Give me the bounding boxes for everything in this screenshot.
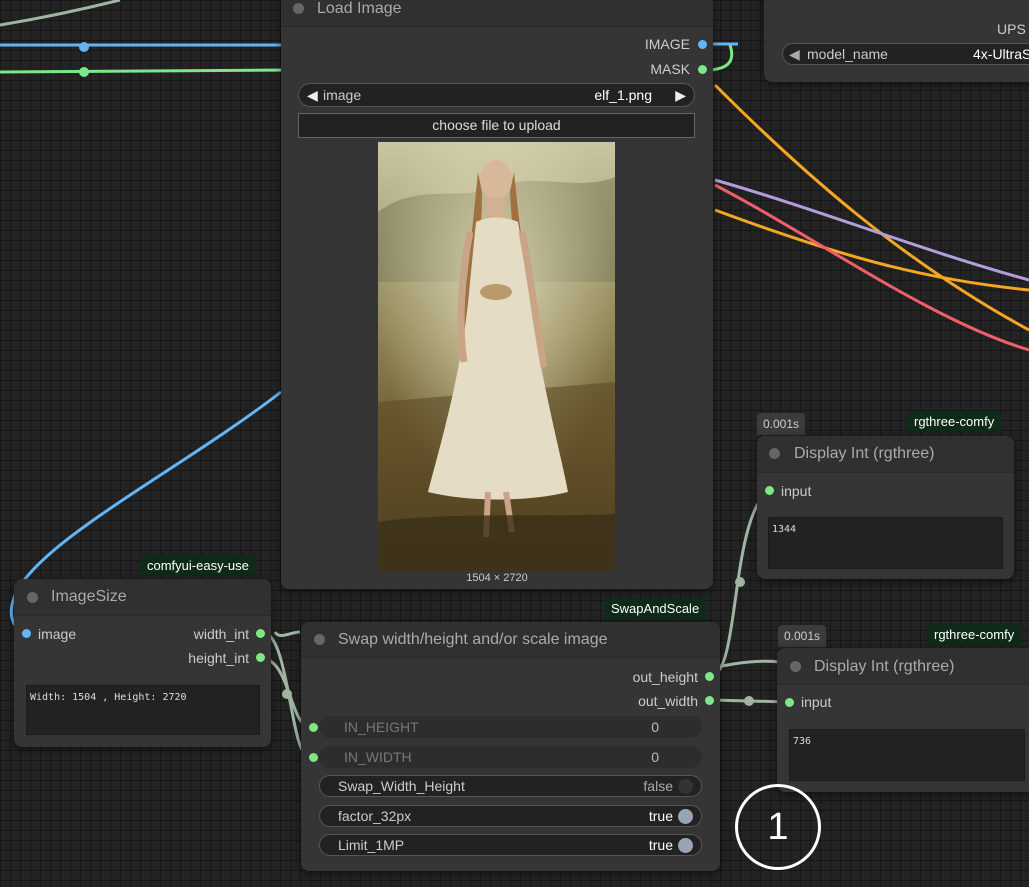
rgthree-badge: rgthree-comfy [907, 411, 1002, 432]
factor-32px-toggle[interactable]: factor_32px true [319, 805, 702, 827]
step-number-circle: 1 [735, 784, 821, 870]
upscale-output-label: UPS [997, 21, 1026, 37]
wire-orange-1 [713, 83, 1029, 332]
display-int-node-top[interactable]: Display Int (rgthree) input 1344 [757, 436, 1014, 579]
collapse-dot-icon[interactable] [314, 634, 325, 645]
output-height-label: out_height [632, 669, 698, 685]
in-height-label: IN_HEIGHT [344, 719, 419, 735]
wire-purple [714, 178, 1029, 282]
arrow-right-icon[interactable]: ▶ [675, 87, 686, 104]
node-title: Swap width/height and/or scale image [338, 631, 608, 648]
factor-value: true [648, 808, 673, 824]
timing-badge: 0.001s [757, 413, 806, 435]
output-width-label: width_int [193, 626, 249, 642]
image-dimensions: 1504 × 2720 [466, 572, 528, 584]
step-number: 1 [767, 806, 789, 848]
display-int-node-bottom[interactable]: Display Int (rgthree) input 736 [777, 648, 1029, 792]
upscale-model-node[interactable]: UPS ◀ model_name 4x-UltraS [764, 0, 1029, 82]
node-title: Load Image [317, 0, 402, 17]
in-height-widget[interactable]: IN_HEIGHT 0 [319, 716, 702, 738]
output-image-label: IMAGE [644, 36, 690, 52]
image-label: image [323, 87, 362, 103]
toggle-on-icon[interactable] [678, 838, 693, 853]
output-mask-label: MASK [650, 61, 690, 77]
model-name-widget[interactable]: ◀ model_name 4x-UltraS [782, 43, 1029, 65]
input-height-slot[interactable] [309, 723, 318, 732]
swap-scale-node[interactable]: Swap width/height and/or scale image out… [301, 622, 720, 871]
input-slot[interactable] [785, 698, 794, 707]
input-label: input [801, 694, 832, 710]
rgthree-badge: rgthree-comfy [927, 624, 1022, 645]
size-textarea[interactable]: Width: 1504 , Height: 2720 [26, 685, 260, 735]
collapse-dot-icon[interactable] [790, 661, 801, 672]
collapse-dot-icon[interactable] [769, 448, 780, 459]
in-width-label: IN_WIDTH [344, 749, 412, 765]
limit-label: Limit_1MP [338, 837, 405, 853]
swap-value: false [643, 778, 673, 794]
collapse-dot-icon[interactable] [27, 592, 38, 603]
image-value: elf_1.png [594, 87, 652, 103]
input-label: input [781, 483, 812, 499]
toggle-off-icon[interactable] [678, 779, 693, 794]
value-textarea[interactable]: 736 [789, 729, 1025, 781]
toggle-on-icon[interactable] [678, 809, 693, 824]
limit-value: true [648, 837, 673, 853]
limit-1mp-toggle[interactable]: Limit_1MP true [319, 834, 702, 856]
load-image-node[interactable]: Load Image IMAGE MASK ◀ image elf_1.png … [281, 0, 713, 589]
imagesize-node[interactable]: ImageSize image width_int height_int Wid… [14, 579, 271, 747]
wire-green-top [0, 68, 291, 74]
input-width-slot[interactable] [309, 753, 318, 762]
node-title: Display Int (rgthree) [814, 658, 955, 675]
output-width-slot[interactable] [256, 629, 265, 638]
wire-orange-2 [714, 208, 1029, 292]
arrow-left-icon[interactable]: ◀ [307, 87, 318, 104]
timing-badge: 0.001s [778, 625, 827, 647]
upload-button-label: choose file to upload [432, 117, 561, 133]
input-image-label: image [38, 626, 77, 642]
wire-top-left-gray [0, 0, 121, 27]
node-title: ImageSize [51, 588, 127, 605]
comfyui-easy-use-badge: comfyui-easy-use [140, 555, 256, 576]
in-height-value: 0 [651, 719, 659, 735]
in-width-value: 0 [651, 749, 659, 765]
image-combo-widget[interactable]: ◀ image elf_1.png ▶ [298, 83, 695, 107]
input-slot[interactable] [765, 486, 774, 495]
collapse-dot-icon[interactable] [293, 3, 304, 14]
swap-width-height-toggle[interactable]: Swap_Width_Height false [319, 775, 702, 797]
model-name-label: model_name [807, 46, 888, 62]
upload-button[interactable]: choose file to upload [298, 113, 695, 138]
output-height-slot[interactable] [705, 672, 714, 681]
wire-left-top [273, 630, 301, 638]
image-preview [378, 142, 615, 571]
output-image-slot[interactable] [698, 40, 707, 49]
arrow-left-icon[interactable]: ◀ [789, 46, 800, 63]
node-title: Display Int (rgthree) [794, 445, 935, 462]
factor-label: factor_32px [338, 808, 412, 824]
input-image-slot[interactable] [22, 629, 31, 638]
output-width-slot[interactable] [705, 696, 714, 705]
output-mask-slot[interactable] [698, 65, 707, 74]
output-height-slot[interactable] [256, 653, 265, 662]
model-name-value: 4x-UltraS [973, 46, 1029, 62]
output-width-label: out_width [638, 693, 698, 709]
output-height-label: height_int [188, 650, 249, 666]
swap-label: Swap_Width_Height [338, 778, 465, 794]
value-textarea[interactable]: 1344 [768, 517, 1003, 569]
swapandscale-badge: SwapAndScale [604, 598, 707, 619]
in-width-widget[interactable]: IN_WIDTH 0 [319, 746, 702, 768]
